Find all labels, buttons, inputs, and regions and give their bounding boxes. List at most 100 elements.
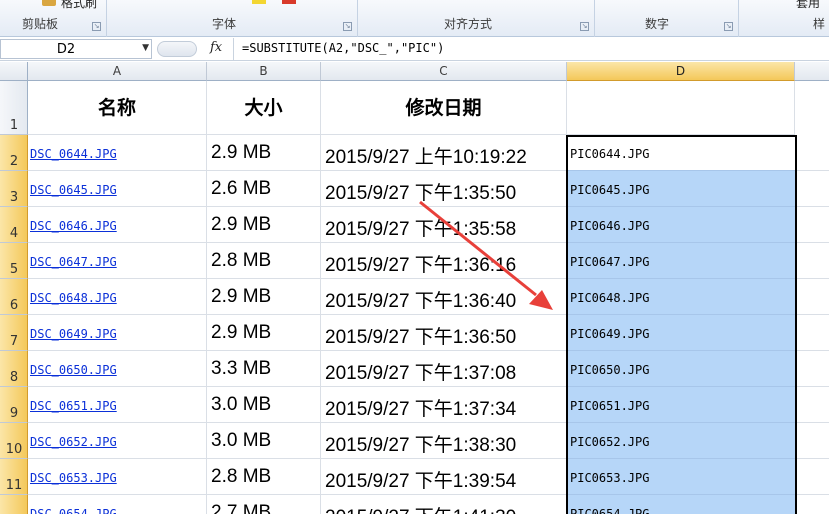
chevron-down-icon[interactable]: ▼: [142, 43, 149, 53]
file-name-link[interactable]: DSC_0647.JPG: [28, 243, 207, 279]
result-cell[interactable]: PIC0651.JPG: [567, 387, 795, 423]
modified-cell[interactable]: 2015/9/27 下午1:38:30: [321, 423, 567, 459]
header-cell-size[interactable]: 大小: [207, 81, 321, 135]
font-launcher-icon[interactable]: ↘: [343, 22, 352, 31]
header-cell-name[interactable]: 名称: [28, 81, 207, 135]
result-cell[interactable]: PIC0650.JPG: [567, 351, 795, 387]
column-header-d[interactable]: D: [567, 62, 795, 81]
file-name-link[interactable]: DSC_0646.JPG: [28, 207, 207, 243]
result-cell[interactable]: PIC0652.JPG: [567, 423, 795, 459]
modified-cell[interactable]: 2015/9/27 上午10:19:22: [321, 135, 567, 171]
row-header[interactable]: 11: [0, 459, 28, 495]
formula-input[interactable]: =SUBSTITUTE(A2,"DSC_","PIC"): [233, 38, 829, 60]
row-number: 2: [9, 154, 19, 169]
font-group: 字体 ↘: [107, 0, 358, 37]
size-cell[interactable]: 2.8 MB: [207, 459, 321, 495]
alignment-launcher-icon[interactable]: ↘: [580, 22, 589, 31]
row-header[interactable]: 3: [0, 171, 28, 207]
empty-cell[interactable]: [795, 207, 829, 243]
row-number: 8: [9, 370, 19, 385]
size-cell[interactable]: 2.9 MB: [207, 279, 321, 315]
row-header[interactable]: 10: [0, 423, 28, 459]
result-cell[interactable]: PIC0648.JPG: [567, 279, 795, 315]
row-header[interactable]: [0, 495, 28, 514]
clipboard-group-label: 剪贴板: [22, 17, 59, 31]
highlight-color-icon[interactable]: [252, 0, 266, 4]
column-header-b[interactable]: B: [207, 62, 321, 81]
file-name-link[interactable]: DSC_0649.JPG: [28, 315, 207, 351]
modified-cell[interactable]: 2015/9/27 下午1:35:50: [321, 171, 567, 207]
row-header[interactable]: 4: [0, 207, 28, 243]
column-header-a[interactable]: A: [28, 62, 207, 81]
file-name-link[interactable]: DSC_0650.JPG: [28, 351, 207, 387]
modified-cell[interactable]: 2015/9/27 下午1:37:34: [321, 387, 567, 423]
size-cell[interactable]: 2.9 MB: [207, 315, 321, 351]
empty-cell[interactable]: [795, 315, 829, 351]
size-cell[interactable]: 2.6 MB: [207, 171, 321, 207]
row-number: 5: [9, 262, 19, 277]
result-cell[interactable]: PIC0647.JPG: [567, 243, 795, 279]
alignment-group: 对齐方式 ↘: [358, 0, 595, 37]
clipboard-launcher-icon[interactable]: ↘: [92, 22, 101, 31]
row-header[interactable]: 8: [0, 351, 28, 387]
number-group-label: 数字: [645, 17, 670, 31]
row-header[interactable]: 5: [0, 243, 28, 279]
font-color-icon[interactable]: [282, 0, 296, 4]
file-name-link[interactable]: DSC_0648.JPG: [28, 279, 207, 315]
size-cell[interactable]: 3.0 MB: [207, 423, 321, 459]
column-header-c[interactable]: C: [321, 62, 567, 81]
result-cell[interactable]: PIC0644.JPG: [567, 135, 795, 171]
empty-cell[interactable]: [795, 495, 829, 514]
number-group: 数字 ↘: [595, 0, 739, 37]
empty-cell[interactable]: [795, 135, 829, 171]
row-header[interactable]: 7: [0, 315, 28, 351]
result-cell[interactable]: PIC0649.JPG: [567, 315, 795, 351]
result-cell[interactable]: PIC0653.JPG: [567, 459, 795, 495]
file-name-link[interactable]: DSC_0651.JPG: [28, 387, 207, 423]
size-cell[interactable]: 3.0 MB: [207, 387, 321, 423]
modified-cell[interactable]: 2015/9/27 下午1:39:54: [321, 459, 567, 495]
size-cell[interactable]: 2.9 MB: [207, 135, 321, 171]
file-name-link[interactable]: DSC_0645.JPG: [28, 171, 207, 207]
row-number: 7: [9, 334, 19, 349]
number-launcher-icon[interactable]: ↘: [724, 22, 733, 31]
result-cell[interactable]: PIC0646.JPG: [567, 207, 795, 243]
modified-cell[interactable]: 2015/9/27 下午1:35:58: [321, 207, 567, 243]
empty-cell[interactable]: [795, 387, 829, 423]
size-cell[interactable]: 2.8 MB: [207, 243, 321, 279]
row-header[interactable]: 1: [0, 81, 28, 135]
empty-cell[interactable]: [795, 279, 829, 315]
spreadsheet-grid[interactable]: A B C D 1 名称 大小 修改日期 2 DSC_0644.JPG 2.9 MB 2015…: [0, 62, 829, 514]
modified-cell[interactable]: 2015/9/27 下午1:36:50: [321, 315, 567, 351]
empty-cell[interactable]: [795, 423, 829, 459]
empty-cell[interactable]: [795, 243, 829, 279]
result-cell[interactable]: PIC0654.JPG: [567, 495, 795, 514]
file-name-link[interactable]: DSC_0652.JPG: [28, 423, 207, 459]
size-cell[interactable]: 3.3 MB: [207, 351, 321, 387]
file-name-link[interactable]: DSC_0653.JPG: [28, 459, 207, 495]
header-cell-result[interactable]: [567, 81, 795, 135]
empty-cell[interactable]: [795, 459, 829, 495]
modified-cell[interactable]: 2015/9/27 下午1:36:40: [321, 279, 567, 315]
size-cell[interactable]: 2.7 MB: [207, 495, 321, 514]
column-header-e[interactable]: [795, 62, 829, 81]
select-all-corner[interactable]: [0, 62, 28, 81]
styles-partial-label[interactable]: 套用: [796, 0, 820, 11]
header-cell-modified[interactable]: 修改日期: [321, 81, 567, 135]
row-header[interactable]: 6: [0, 279, 28, 315]
file-name-link[interactable]: DSC_0644.JPG: [28, 135, 207, 171]
modified-cell[interactable]: 2015/9/27 下午1:36:16: [321, 243, 567, 279]
empty-cell[interactable]: [795, 171, 829, 207]
formula-bar-splitter[interactable]: [157, 41, 197, 57]
modified-cell[interactable]: 2015/9/27 下午1:37:08: [321, 351, 567, 387]
modified-cell[interactable]: 2015/9/27 下午1:41:30: [321, 495, 567, 514]
result-cell[interactable]: PIC0645.JPG: [567, 171, 795, 207]
size-cell[interactable]: 2.9 MB: [207, 207, 321, 243]
file-name-link[interactable]: DSC_0654.JPG: [28, 495, 207, 514]
row-header[interactable]: 9: [0, 387, 28, 423]
empty-cell[interactable]: [795, 351, 829, 387]
clipboard-group: 剪贴板 ↘: [0, 0, 107, 37]
name-box[interactable]: D2 ▼: [0, 39, 152, 59]
row-header[interactable]: 2: [0, 135, 28, 171]
insert-function-icon[interactable]: fx: [210, 40, 222, 55]
